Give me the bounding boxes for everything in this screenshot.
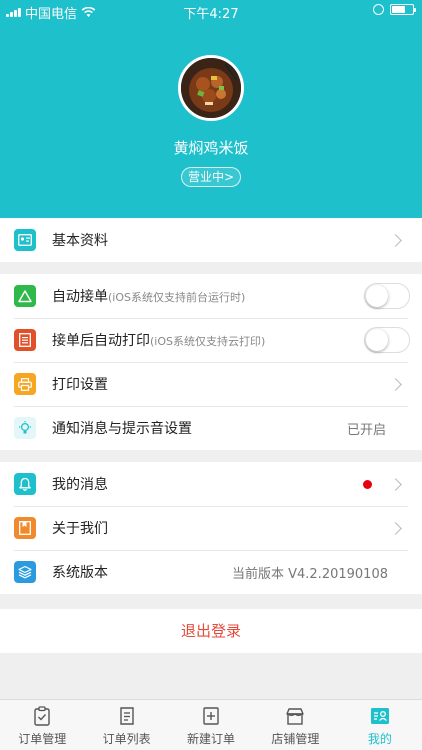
auto-print-note: (iOS系统仅支持云打印)	[150, 335, 266, 348]
battery-icon	[390, 4, 416, 15]
auto-accept-icon	[14, 285, 36, 307]
chevron-right-icon	[389, 233, 402, 247]
notification-settings-label: 通知消息与提示音设置	[52, 421, 192, 437]
tab-label: 新建订单	[187, 732, 236, 746]
chevron-right-icon	[389, 477, 402, 491]
unread-badge	[363, 479, 372, 489]
shop-name: 黄焖鸡米饭	[173, 139, 249, 157]
add-order-icon	[200, 705, 222, 727]
tab-label: 订单列表	[102, 732, 151, 746]
notification-settings-row[interactable]: 通知消息与提示音设置 已开启	[0, 406, 422, 450]
profile-header: 黄焖鸡米饭 营业中>	[0, 0, 422, 218]
auto-print-row: 接单后自动打印(iOS系统仅支持云打印)	[0, 318, 422, 362]
clipboard-icon	[31, 705, 53, 727]
list-icon	[116, 705, 138, 727]
tab-store-management[interactable]: 店铺管理	[253, 700, 337, 750]
id-card-icon	[14, 229, 36, 251]
print-settings-row[interactable]: 打印设置	[0, 362, 422, 406]
my-messages-row[interactable]: 我的消息	[0, 462, 422, 506]
printer-icon	[14, 373, 36, 395]
orientation-lock-icon	[373, 4, 384, 15]
info-group: 我的消息 关于我们 系统版本 当前版本 V4.2.20190108	[0, 462, 422, 594]
profile-icon	[369, 705, 391, 727]
system-version-row: 系统版本 当前版本 V4.2.20190108	[0, 550, 422, 594]
logout-button[interactable]: 退出登录	[0, 609, 422, 653]
tab-label: 我的	[367, 732, 392, 746]
layers-icon	[14, 561, 36, 583]
auto-print-label: 接单后自动打印(iOS系统仅支持云打印)	[52, 333, 266, 349]
tab-mine[interactable]: 我的	[338, 700, 422, 750]
order-settings-group: 自动接单(iOS系统仅支持前台运行时) 接单后自动打印(iOS系统仅支持云打印)…	[0, 274, 422, 450]
lightbulb-icon	[14, 417, 36, 439]
about-us-row[interactable]: 关于我们	[0, 506, 422, 550]
system-version-label: 系统版本	[52, 565, 108, 581]
chevron-right-icon	[389, 521, 402, 535]
my-messages-label: 我的消息	[52, 477, 108, 493]
version-value: 当前版本 V4.2.20190108	[231, 566, 388, 582]
print-settings-label: 打印设置	[52, 377, 108, 393]
tab-new-order[interactable]: 新建订单	[169, 700, 253, 750]
tab-label: 订单管理	[18, 732, 67, 746]
basic-info-label: 基本资料	[52, 233, 108, 249]
auto-accept-row: 自动接单(iOS系统仅支持前台运行时)	[0, 274, 422, 318]
receipt-icon	[14, 329, 36, 351]
basic-info-group: 基本资料	[0, 218, 422, 262]
auto-accept-label: 自动接单(iOS系统仅支持前台运行时)	[52, 289, 246, 305]
basic-info-row[interactable]: 基本资料	[0, 218, 422, 262]
tab-order-management[interactable]: 订单管理	[0, 700, 84, 750]
auto-accept-note: (iOS系统仅支持前台运行时)	[108, 291, 246, 304]
shop-avatar[interactable]	[178, 55, 244, 121]
auto-accept-toggle[interactable]	[364, 283, 410, 309]
store-icon	[284, 705, 306, 727]
tab-label: 店铺管理	[271, 732, 320, 746]
clock: 下午4:27	[183, 7, 239, 22]
bell-icon	[14, 473, 36, 495]
tab-order-list[interactable]: 订单列表	[84, 700, 168, 750]
bottom-tab-bar: 订单管理 订单列表 新建订单 店铺管理 我的	[0, 699, 422, 750]
business-status-button[interactable]: 营业中>	[181, 167, 241, 187]
chevron-right-icon	[389, 377, 402, 391]
notification-status-value: 已开启	[346, 422, 386, 438]
about-us-label: 关于我们	[52, 521, 108, 537]
auto-print-toggle[interactable]	[364, 327, 410, 353]
bookmark-icon	[14, 517, 36, 539]
status-bar: 中国电信 下午4:27	[0, 0, 422, 22]
